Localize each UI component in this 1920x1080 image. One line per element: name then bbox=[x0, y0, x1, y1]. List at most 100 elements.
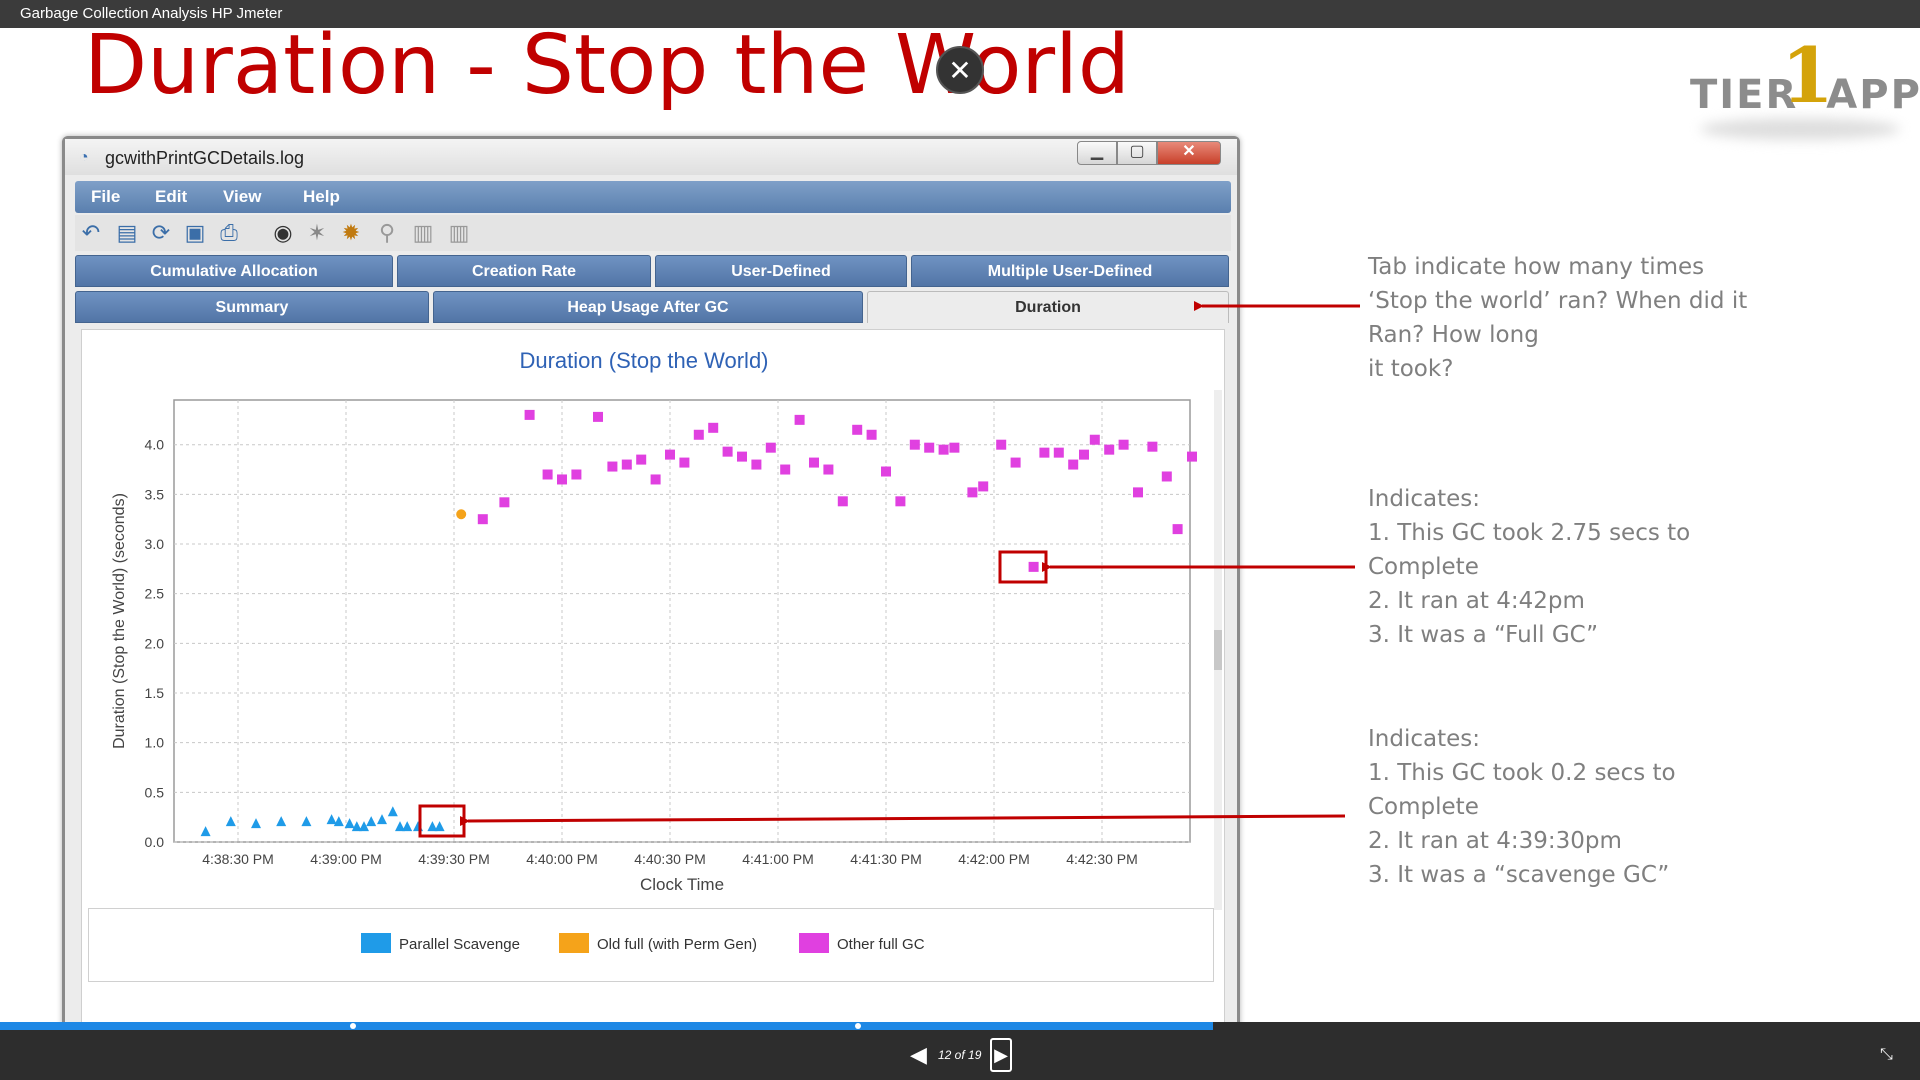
annotation-line: ‘Stop the world’ ran? When did it bbox=[1368, 288, 1748, 314]
data-point-other-full-gc bbox=[1068, 459, 1079, 470]
y-tick-label: 2.5 bbox=[145, 586, 165, 602]
data-point-other-full-gc bbox=[1147, 441, 1158, 452]
app-window-title: gcwithPrintGCDetails.log bbox=[105, 148, 305, 168]
x-tick-label: 4:41:00 PM bbox=[742, 851, 814, 867]
app-window-screenshot: ◔ gcwithPrintGCDetails.log ▁ ▢ ✕ File Ed… bbox=[62, 136, 1240, 1022]
data-point-other-full-gc bbox=[794, 414, 805, 425]
data-point-other-full-gc bbox=[809, 457, 819, 468]
data-point-other-full-gc bbox=[1053, 447, 1064, 458]
x-tick-label: 4:39:00 PM bbox=[310, 851, 382, 867]
previous-slide-button[interactable]: ◀ bbox=[910, 1044, 932, 1066]
data-point-other-full-gc bbox=[1089, 434, 1100, 445]
x-tick-label: 4:40:00 PM bbox=[526, 851, 598, 867]
logo-numeral: 1 bbox=[1781, 31, 1834, 120]
tier1app-logo: TIER APP 1 bbox=[1690, 38, 1920, 148]
save-icon: ▣ bbox=[184, 220, 206, 245]
annotation-line: Complete bbox=[1368, 554, 1479, 580]
app-toolbar: ↶ ▤ ⟳ ▣ ⎙ ◉ ✶ ✹ ⚲ ▥ ▥ bbox=[75, 215, 1231, 251]
data-point-other-full-gc bbox=[996, 439, 1007, 450]
refresh-icon: ⟳ bbox=[151, 220, 171, 245]
app-menu-bar: File Edit View Help bbox=[75, 181, 1231, 213]
data-point-other-full-gc bbox=[1187, 451, 1197, 462]
annotation-line: Indicates: bbox=[1368, 486, 1480, 512]
presentation-title: Garbage Collection Analysis HP Jmeter bbox=[20, 5, 283, 22]
y-tick-label: 3.0 bbox=[145, 536, 165, 552]
data-point-other-full-gc bbox=[1010, 457, 1021, 468]
data-point-other-full-gc bbox=[938, 444, 949, 455]
player-controls: ◀ 12 of 19 ▶ ⤡ bbox=[0, 1030, 1920, 1080]
y-tick-label: 4.0 bbox=[145, 437, 165, 453]
next-slide-button[interactable]: ▶ bbox=[990, 1038, 1012, 1072]
undo-icon: ↶ bbox=[81, 220, 101, 245]
data-point-other-full-gc bbox=[708, 422, 719, 433]
tab-user-defined: User-Defined bbox=[655, 255, 907, 287]
annotation-line: 3. It was a “Full GC” bbox=[1368, 622, 1599, 648]
close-icon[interactable]: ✕ bbox=[936, 46, 984, 94]
data-point-other-full-gc bbox=[593, 411, 603, 422]
y-tick-label: 3.5 bbox=[145, 486, 165, 502]
data-point-other-full-gc bbox=[542, 469, 553, 480]
progress-fill bbox=[0, 1022, 1214, 1030]
data-point-other-full-gc bbox=[881, 466, 891, 477]
data-point-other-full-gc bbox=[909, 439, 920, 450]
bar-chart-alt-icon: ▥ bbox=[448, 220, 470, 245]
data-point-other-full-gc bbox=[737, 451, 747, 462]
legend-swatch bbox=[361, 933, 391, 953]
menu-file: File bbox=[91, 187, 121, 206]
chart-legend: Parallel Scavenge Old full (with Perm Gen… bbox=[88, 908, 1214, 982]
data-point-other-full-gc bbox=[967, 487, 978, 498]
zoom-icon: ⚲ bbox=[378, 220, 396, 245]
x-tick-label: 4:41:30 PM bbox=[850, 851, 922, 867]
annotation-line: Ran? How long bbox=[1368, 322, 1539, 348]
x-axis-label: Clock Time bbox=[640, 875, 724, 894]
data-point-other-full-gc bbox=[1161, 471, 1172, 482]
tab-multiple-user-defined: Multiple User-Defined bbox=[911, 255, 1229, 287]
data-point-other-full-gc bbox=[949, 442, 960, 453]
data-point-other-full-gc bbox=[693, 429, 704, 440]
y-axis-label: Duration (Stop the World) (seconds) bbox=[111, 493, 128, 749]
globe-icon: ◉ bbox=[273, 220, 293, 245]
data-point-other-full-gc bbox=[1133, 487, 1143, 498]
annotation-tab-note: Tab indicate how many times ‘Stop the wo… bbox=[1368, 250, 1747, 386]
annotation-line: Complete bbox=[1368, 794, 1479, 820]
viewer-title-bar: Garbage Collection Analysis HP Jmeter bbox=[0, 0, 1920, 28]
data-point-other-full-gc bbox=[650, 474, 661, 485]
tab-heap-usage-after-gc: Heap Usage After GC bbox=[433, 291, 863, 323]
annotation-line: 1. This GC took 2.75 secs to bbox=[1368, 520, 1691, 546]
data-point-other-full-gc bbox=[665, 449, 675, 460]
annotation-line: it took? bbox=[1368, 356, 1454, 382]
duration-chart: Duration (Stop the World) 0.0 0.5 1.0 1.5 2.0… bbox=[111, 348, 1197, 894]
legend-swatch bbox=[559, 933, 589, 953]
legend-label: Parallel Scavenge bbox=[399, 936, 520, 953]
data-point-other-full-gc bbox=[571, 469, 582, 480]
data-point-other-full-gc bbox=[1039, 447, 1050, 458]
tab-summary: Summary bbox=[75, 291, 429, 323]
bar-chart-icon: ▥ bbox=[412, 220, 434, 245]
y-tick-label: 1.0 bbox=[145, 735, 165, 751]
data-point-other-full-gc bbox=[621, 459, 632, 470]
data-point-old-full bbox=[456, 509, 467, 520]
x-tick-label: 4:42:30 PM bbox=[1066, 851, 1138, 867]
maximize-icon: ▢ bbox=[1117, 141, 1157, 165]
data-point-other-full-gc bbox=[1028, 561, 1039, 572]
exit-fullscreen-icon[interactable]: ⤡ bbox=[1880, 1046, 1898, 1064]
legend-label: Other full GC bbox=[837, 936, 925, 953]
annotation-line: 2. It ran at 4:42pm bbox=[1368, 588, 1585, 614]
menu-help: Help bbox=[303, 187, 340, 206]
data-point-other-full-gc bbox=[1104, 444, 1115, 455]
chart-scrollbar-thumb bbox=[1214, 630, 1222, 670]
y-tick-label: 1.5 bbox=[145, 685, 165, 701]
x-tick-label: 4:40:30 PM bbox=[634, 851, 706, 867]
data-point-other-full-gc bbox=[895, 496, 906, 507]
data-point-other-full-gc bbox=[852, 424, 863, 435]
tab-creation-rate: Creation Rate bbox=[397, 255, 651, 287]
data-point-other-full-gc bbox=[636, 454, 647, 465]
annotation-line: 1. This GC took 0.2 secs to bbox=[1368, 760, 1676, 786]
app-window-titlebar: ◔ gcwithPrintGCDetails.log ▁ ▢ ✕ bbox=[65, 139, 1237, 175]
data-point-other-full-gc bbox=[524, 409, 535, 420]
chart-scrollbar bbox=[1214, 390, 1222, 910]
y-tick-label: 0.5 bbox=[145, 784, 165, 800]
progress-bar[interactable] bbox=[0, 1022, 1920, 1030]
data-point-other-full-gc bbox=[607, 461, 618, 472]
presentation-viewer: Garbage Collection Analysis HP Jmeter Du… bbox=[0, 0, 1920, 1080]
